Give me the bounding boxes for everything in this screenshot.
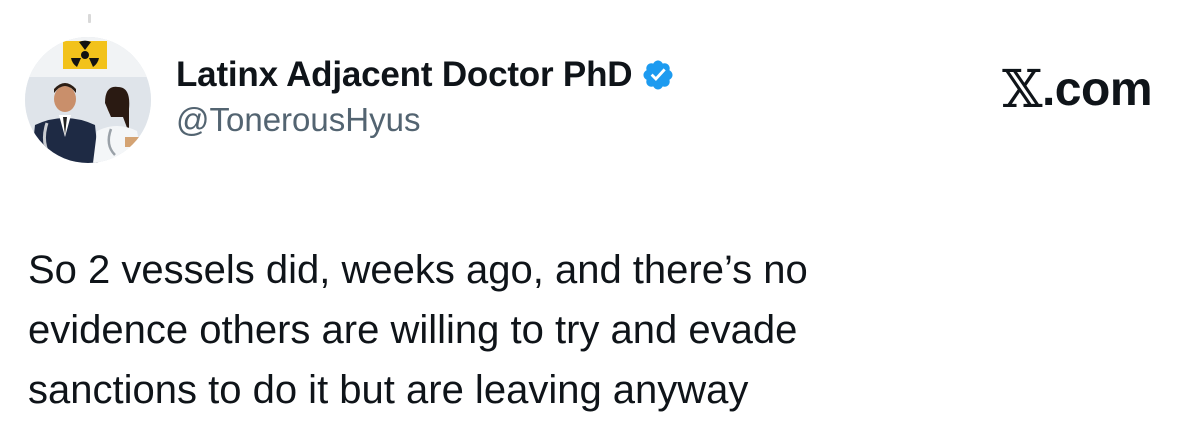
profile-photo-icon bbox=[25, 37, 151, 163]
verified-badge-icon bbox=[641, 58, 675, 92]
author-block: Latinx Adjacent Doctor PhD @TonerousHyus bbox=[176, 55, 675, 139]
tweet-line: sanctions to do it but are leaving anywa… bbox=[28, 368, 749, 412]
scroll-indicator bbox=[88, 14, 91, 23]
tweet-card: Latinx Adjacent Doctor PhD @TonerousHyus… bbox=[0, 0, 1200, 446]
tweet-text: So 2 vessels did, weeks ago, and there’s… bbox=[28, 240, 1158, 420]
x-logo-icon: 𝕏 bbox=[1002, 60, 1042, 120]
display-name[interactable]: Latinx Adjacent Doctor PhD bbox=[176, 55, 633, 95]
avatar[interactable] bbox=[25, 37, 151, 163]
site-watermark: 𝕏.com bbox=[1002, 58, 1153, 120]
tweet-line: So 2 vessels did, weeks ago, and there’s… bbox=[28, 248, 808, 292]
site-watermark-text: .com bbox=[1041, 63, 1153, 116]
tweet-line: evidence others are willing to try and e… bbox=[28, 308, 798, 352]
user-handle[interactable]: @TonerousHyus bbox=[176, 101, 675, 139]
name-row: Latinx Adjacent Doctor PhD bbox=[176, 55, 675, 95]
